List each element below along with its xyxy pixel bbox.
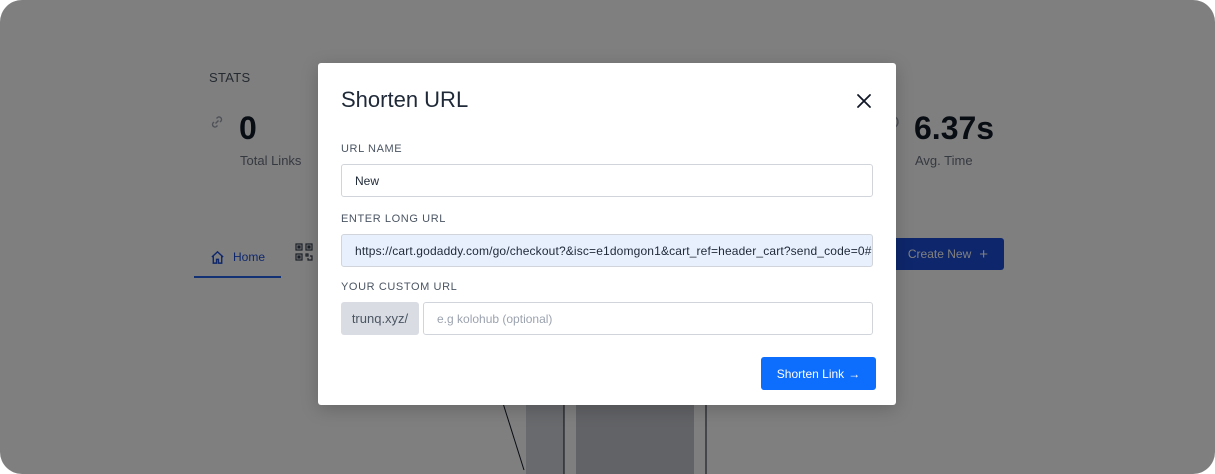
custom-url-input[interactable]: e.g kolohub (optional) — [423, 302, 873, 335]
url-name-input[interactable]: New — [341, 164, 873, 197]
custom-url-placeholder: e.g kolohub (optional) — [437, 311, 553, 326]
dialog-title: Shorten URL — [341, 87, 469, 112]
url-name-value: New — [355, 173, 380, 188]
long-url-value: https://cart.godaddy.com/go/checkout?&is… — [355, 243, 872, 258]
app-frame: STATS 0 Total Links 6.37s Avg. Time Home — [0, 0, 1215, 474]
custom-url-prefix: trunq.xyz/ — [341, 302, 419, 335]
long-url-input[interactable]: https://cart.godaddy.com/go/checkout?&is… — [341, 234, 873, 267]
long-url-label: ENTER LONG URL — [341, 213, 446, 225]
shorten-link-label: Shorten Link — [776, 366, 845, 381]
arrow-right-icon: → — [848, 366, 861, 381]
shorten-url-dialog: Shorten URL URL NAME New ENTER LONG URL … — [318, 63, 896, 405]
url-name-label: URL NAME — [341, 143, 403, 155]
shorten-link-button[interactable]: Shorten Link → — [761, 357, 876, 390]
custom-url-label: YOUR CUSTOM URL — [341, 281, 458, 293]
close-icon[interactable] — [854, 91, 874, 111]
